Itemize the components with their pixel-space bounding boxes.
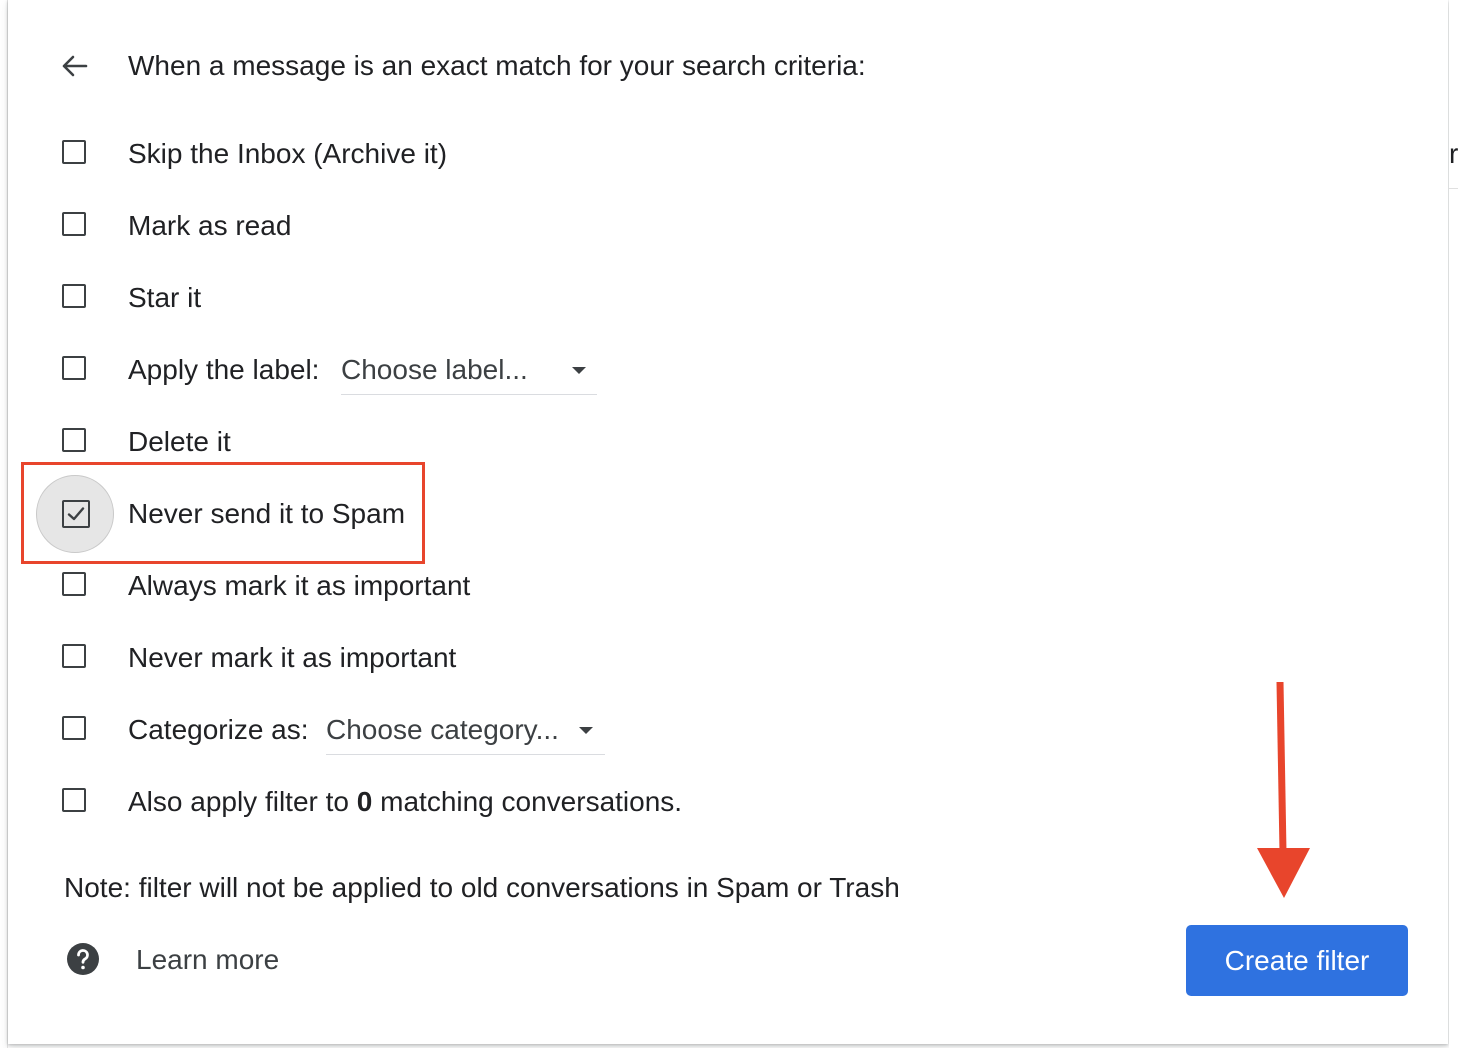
option-categorize[interactable]: Categorize as: Choose category... (8, 702, 1008, 758)
divider (1449, 188, 1458, 189)
option-star-it[interactable]: Star it (8, 270, 1008, 326)
dialog-header: When a message is an exact match for you… (8, 40, 1008, 92)
checkbox-never-important[interactable] (60, 642, 92, 674)
matching-count: 0 (356, 786, 373, 817)
option-label: Skip the Inbox (Archive it) (128, 138, 448, 169)
checkbox-mark-as-read[interactable] (60, 210, 92, 242)
option-apply-label[interactable]: Apply the label: Choose label... (8, 342, 1008, 398)
option-label: Always mark it as important (128, 570, 471, 601)
option-skip-inbox[interactable]: Skip the Inbox (Archive it) (8, 126, 1008, 182)
checkbox-star-it[interactable] (60, 282, 92, 314)
option-label: Mark as read (128, 210, 292, 241)
option-apply-existing[interactable]: Also apply filter to 0 matching conversa… (8, 774, 1008, 830)
label-dropdown-value: Choose label... (341, 354, 528, 385)
checkbox-skip-inbox[interactable] (60, 138, 92, 170)
clipped-text: r (1449, 138, 1458, 169)
option-label: Delete it (128, 426, 231, 457)
learn-more-link[interactable]: Learn more (136, 940, 279, 980)
screen: When a message is an exact match for you… (0, 0, 1458, 1048)
option-never-important[interactable]: Never mark it as important (8, 630, 1008, 686)
label-dropdown[interactable]: Choose label... (341, 350, 597, 395)
option-label: Never mark it as important (128, 642, 457, 673)
option-label: Also apply filter to 0 matching conversa… (128, 782, 682, 822)
checkbox-always-important[interactable] (60, 570, 92, 602)
checkbox-delete-it[interactable] (60, 426, 92, 458)
option-label: Star it (128, 282, 202, 313)
annotation-arrow-icon (1257, 681, 1310, 898)
background-window-edge: r (1449, 0, 1458, 1048)
option-label: Categorize as: (128, 714, 309, 745)
option-label: Apply the label: (128, 354, 320, 385)
category-dropdown[interactable]: Choose category... (326, 710, 605, 755)
help-circle-icon (67, 943, 99, 975)
option-label-suffix: matching conversations. (372, 786, 683, 817)
checkbox-categorize[interactable] (60, 714, 92, 746)
option-always-important[interactable]: Always mark it as important (8, 558, 1008, 614)
spam-trash-note: Note: filter will not be applied to old … (64, 872, 900, 903)
create-filter-button[interactable]: Create filter (1186, 925, 1408, 996)
caret-down-icon (579, 727, 593, 734)
category-dropdown-value: Choose category... (326, 714, 559, 745)
arrow-back-icon[interactable] (60, 52, 88, 80)
option-mark-as-read[interactable]: Mark as read (8, 198, 1008, 254)
checkbox-apply-label[interactable] (60, 354, 92, 386)
caret-down-icon (572, 367, 586, 374)
option-label-prefix: Also apply filter to (128, 786, 357, 817)
dialog-title: When a message is an exact match for you… (128, 50, 866, 81)
checkbox-apply-existing[interactable] (60, 786, 92, 818)
annotation-highlight-box (21, 462, 425, 564)
